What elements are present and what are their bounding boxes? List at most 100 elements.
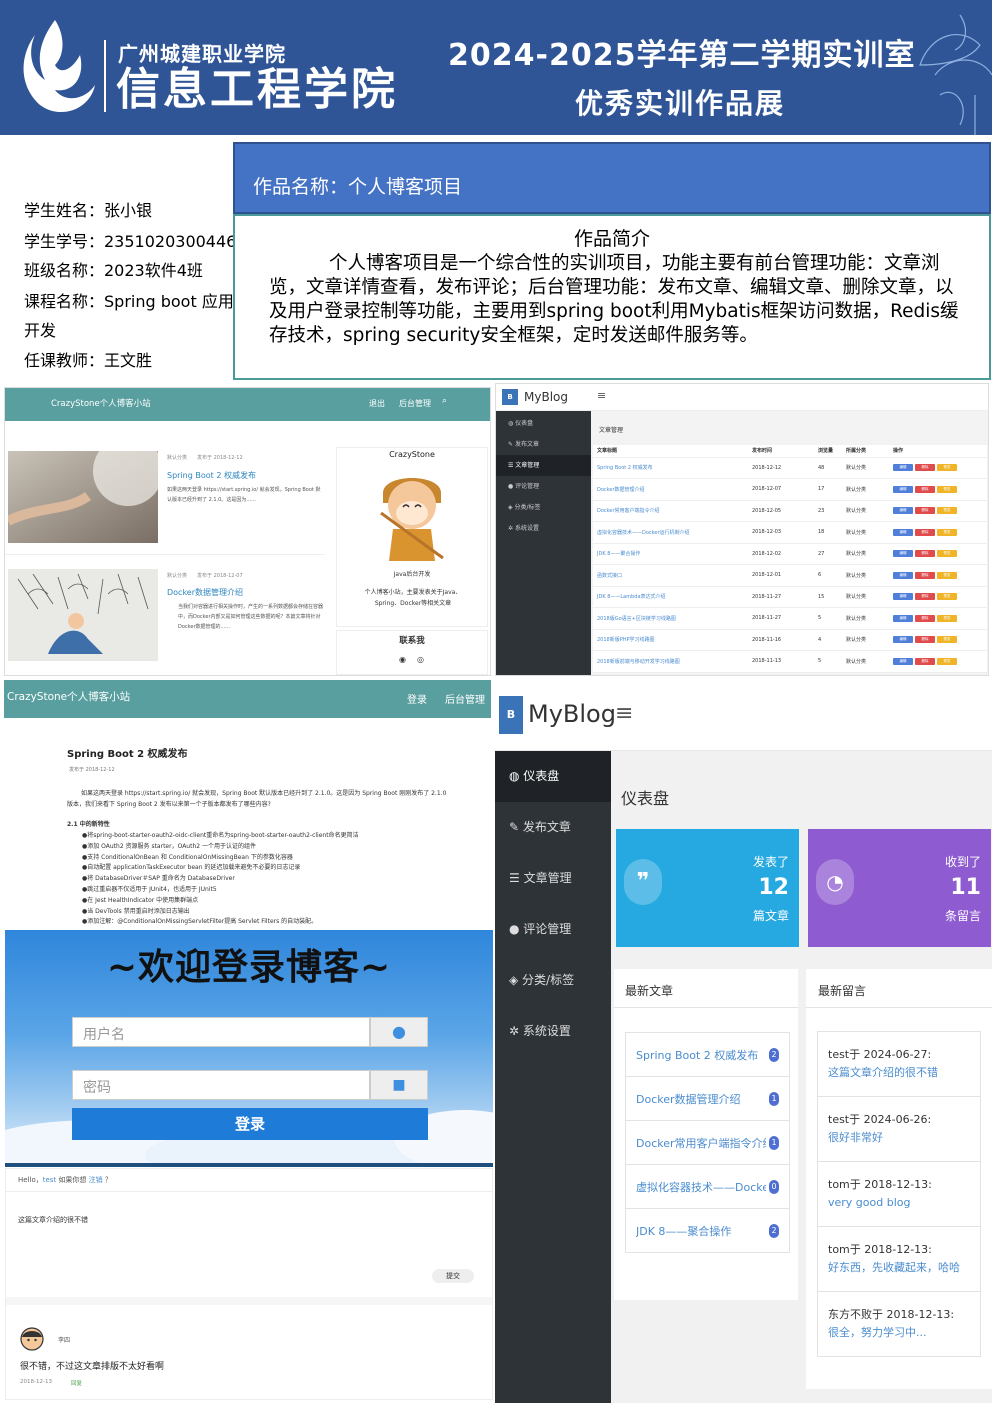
dash-nav-item[interactable]: ☰ 文章管理 bbox=[495, 853, 611, 904]
menu-toggle-icon[interactable]: ≡ bbox=[597, 389, 606, 402]
preview-button[interactable]: 预览 bbox=[937, 550, 957, 558]
preview-button[interactable]: 预览 bbox=[937, 636, 957, 644]
recent-comment-item[interactable]: tom于 2018-12-13: 好东西，先收藏起来，哈哈 bbox=[818, 1227, 980, 1292]
logout-link[interactable]: 退出 bbox=[369, 398, 385, 409]
login-button[interactable]: 登录 bbox=[72, 1108, 428, 1140]
edit-button[interactable]: 编辑 bbox=[893, 593, 913, 601]
recent-article-item[interactable]: Docker数据管理介绍 1 bbox=[626, 1077, 789, 1121]
gear-icon: ✲ bbox=[509, 1024, 523, 1038]
edit-button[interactable]: 编辑 bbox=[893, 528, 913, 536]
recent-comment-item[interactable]: tom于 2018-12-13: very good blog bbox=[818, 1162, 980, 1227]
delete-button[interactable]: 删除 bbox=[915, 464, 935, 472]
post-title-1[interactable]: Spring Boot 2 权威发布 bbox=[167, 470, 256, 481]
edit-button[interactable]: 编辑 bbox=[893, 507, 913, 515]
menu-toggle-icon-2[interactable]: ≡ bbox=[615, 701, 633, 726]
post-meta-1: 默认分类 发布于 2018-12-12 bbox=[167, 455, 243, 461]
chat-icon: ◔ bbox=[816, 859, 854, 905]
preview-button[interactable]: 预览 bbox=[937, 593, 957, 601]
login-link[interactable]: 登录 bbox=[407, 691, 427, 706]
edit-button[interactable]: 编辑 bbox=[893, 614, 913, 622]
reply-link[interactable]: 回复 bbox=[71, 1379, 82, 1387]
delete-button[interactable]: 删除 bbox=[915, 550, 935, 558]
article-bullet: ●在 Jest HealthIndicator 中使用集群端点 bbox=[82, 896, 199, 904]
article-bullet: ●将 DatabaseDriver＃SAP 重命名为 DatabaseDrive… bbox=[82, 875, 235, 883]
nav-publish[interactable]: ✎ 发布文章 bbox=[496, 434, 591, 455]
post-title-2[interactable]: Docker数据管理介绍 bbox=[167, 587, 243, 598]
nav-categories[interactable]: ◈ 分类/标签 bbox=[496, 497, 591, 518]
nav-dashboard[interactable]: ◍ 仪表盘 bbox=[496, 413, 591, 434]
edit-button[interactable]: 编辑 bbox=[893, 485, 913, 493]
post-thumbnail-2[interactable] bbox=[8, 569, 158, 661]
edit-button[interactable]: 编辑 bbox=[893, 657, 913, 665]
author-role: Java后台开发 bbox=[393, 571, 431, 578]
stat2-label-bottom: 条留言 bbox=[944, 909, 981, 923]
github-icon[interactable]: ◉ bbox=[399, 655, 406, 664]
username-link[interactable]: test bbox=[43, 1176, 56, 1184]
dash-nav-item[interactable]: ◈ 分类/标签 bbox=[495, 955, 611, 1006]
user-icon: ● bbox=[370, 1017, 428, 1047]
contact-card: 联系我 ◉ ◎ bbox=[336, 630, 488, 675]
preview-button[interactable]: 预览 bbox=[937, 464, 957, 472]
recent-comment-item[interactable]: test于 2024-06-27: 这篇文章介绍的很不错 bbox=[818, 1032, 980, 1097]
preview-button[interactable]: 预览 bbox=[937, 657, 957, 665]
stat1-label-top: 发表了 bbox=[752, 855, 789, 869]
dash-header: B MyBlog ≡ bbox=[495, 680, 992, 751]
dash-nav-item[interactable]: ◍ 仪表盘 bbox=[495, 751, 611, 802]
recent-article-item[interactable]: Spring Boot 2 权威发布 2 bbox=[626, 1033, 789, 1077]
admin-link[interactable]: 后台管理 bbox=[399, 398, 431, 409]
recent-article-item[interactable]: JDK 8——聚合操作 2 bbox=[626, 1209, 789, 1253]
nav-articles[interactable]: ☰ 文章管理 bbox=[496, 455, 591, 476]
preview-button[interactable]: 预览 bbox=[937, 485, 957, 493]
delete-button[interactable]: 删除 bbox=[915, 571, 935, 579]
dash-nav-item[interactable]: ✎ 发布文章 bbox=[495, 802, 611, 853]
edit-button[interactable]: 编辑 bbox=[893, 636, 913, 644]
nav-comments[interactable]: ● 评论管理 bbox=[496, 476, 591, 497]
comment-textarea[interactable]: 这篇文章介绍的很不错 bbox=[11, 1203, 486, 1291]
delete-button[interactable]: 删除 bbox=[915, 593, 935, 601]
comment-count-badge: 2 bbox=[769, 1223, 779, 1238]
article-site-title[interactable]: CrazyStone个人博客小站 bbox=[7, 689, 130, 704]
dash-nav-item[interactable]: ✲ 系统设置 bbox=[495, 1006, 611, 1057]
delete-button[interactable]: 删除 bbox=[915, 485, 935, 493]
edit-button[interactable]: 编辑 bbox=[893, 550, 913, 558]
admin-article-list-screenshot: B MyBlog ≡ ◍ 仪表盘 ✎ 发布文章 ☰ 文章管理 ● 评论管理 ◈ … bbox=[495, 383, 989, 676]
course-name: 课程名称：Spring boot 应用 bbox=[24, 292, 234, 311]
preview-button[interactable]: 预览 bbox=[937, 528, 957, 536]
table-row: Spring Boot 2 权威发布 2018-12-12 48 默认分类 编辑 删除 预览 bbox=[593, 457, 987, 479]
preview-button[interactable]: 预览 bbox=[937, 571, 957, 579]
recent-comment-item[interactable]: test于 2024-06-26: 很好非常好 bbox=[818, 1097, 980, 1162]
table-row: 函数式接口 2018-12-01 6 默认分类 编辑 删除 预览 bbox=[593, 564, 987, 587]
stat2-label-top: 收到了 bbox=[944, 855, 981, 869]
delete-button[interactable]: 删除 bbox=[915, 614, 935, 622]
home-site-title[interactable]: CrazyStone个人博客小站 bbox=[51, 397, 151, 409]
recent-article-item[interactable]: Docker常用客户端指令介绍 1 bbox=[626, 1121, 789, 1165]
divider bbox=[6, 1191, 492, 1192]
nav-settings[interactable]: ✲ 系统设置 bbox=[496, 518, 591, 539]
admin-link-2[interactable]: 后台管理 bbox=[445, 691, 485, 706]
weibo-icon[interactable]: ◎ bbox=[417, 655, 424, 664]
preview-button[interactable]: 预览 bbox=[937, 507, 957, 515]
logout-link-2[interactable]: 注销 bbox=[89, 1176, 103, 1184]
card-divider-2 bbox=[806, 1007, 992, 1008]
edit-button[interactable]: 编辑 bbox=[893, 571, 913, 579]
edit-button[interactable]: 编辑 bbox=[893, 464, 913, 472]
recent-comment-item[interactable]: 东方不败于 2018-12-13: 很全，努力学习中... bbox=[818, 1292, 980, 1357]
lock-icon: ■ bbox=[370, 1070, 428, 1100]
edit-icon: ✎ bbox=[508, 441, 515, 448]
post-thumbnail-1[interactable] bbox=[8, 451, 158, 543]
username-input[interactable]: 用户名 bbox=[72, 1017, 370, 1047]
password-input[interactable]: 密码 bbox=[72, 1070, 370, 1100]
submit-button[interactable]: 提交 bbox=[432, 1269, 474, 1283]
comment-count-badge: 0 bbox=[769, 1179, 779, 1194]
table-row: JDK 8——Lambda表达式介绍 2018-11-27 15 默认分类 编辑 删除 预览 bbox=[593, 586, 987, 608]
preview-button[interactable]: 预览 bbox=[937, 614, 957, 622]
delete-button[interactable]: 删除 bbox=[915, 636, 935, 644]
recent-article-item[interactable]: 虚拟化容器技术——Docker运行机制介绍0 bbox=[626, 1165, 789, 1209]
delete-button[interactable]: 删除 bbox=[915, 528, 935, 536]
delete-button[interactable]: 删除 bbox=[915, 507, 935, 515]
dash-nav-item[interactable]: ● 评论管理 bbox=[495, 904, 611, 955]
post-excerpt-2: 当我们对容器进行相关操作时，产生的一系列数据都会存储在容器中，而Docker内部… bbox=[178, 604, 324, 630]
delete-button[interactable]: 删除 bbox=[915, 657, 935, 665]
search-icon[interactable]: ⌕ bbox=[442, 396, 447, 406]
table-row: 2018新版前端与移动开发学习线路图 2018-11-13 5 默认分类 编辑 删除 预览 bbox=[593, 650, 987, 673]
